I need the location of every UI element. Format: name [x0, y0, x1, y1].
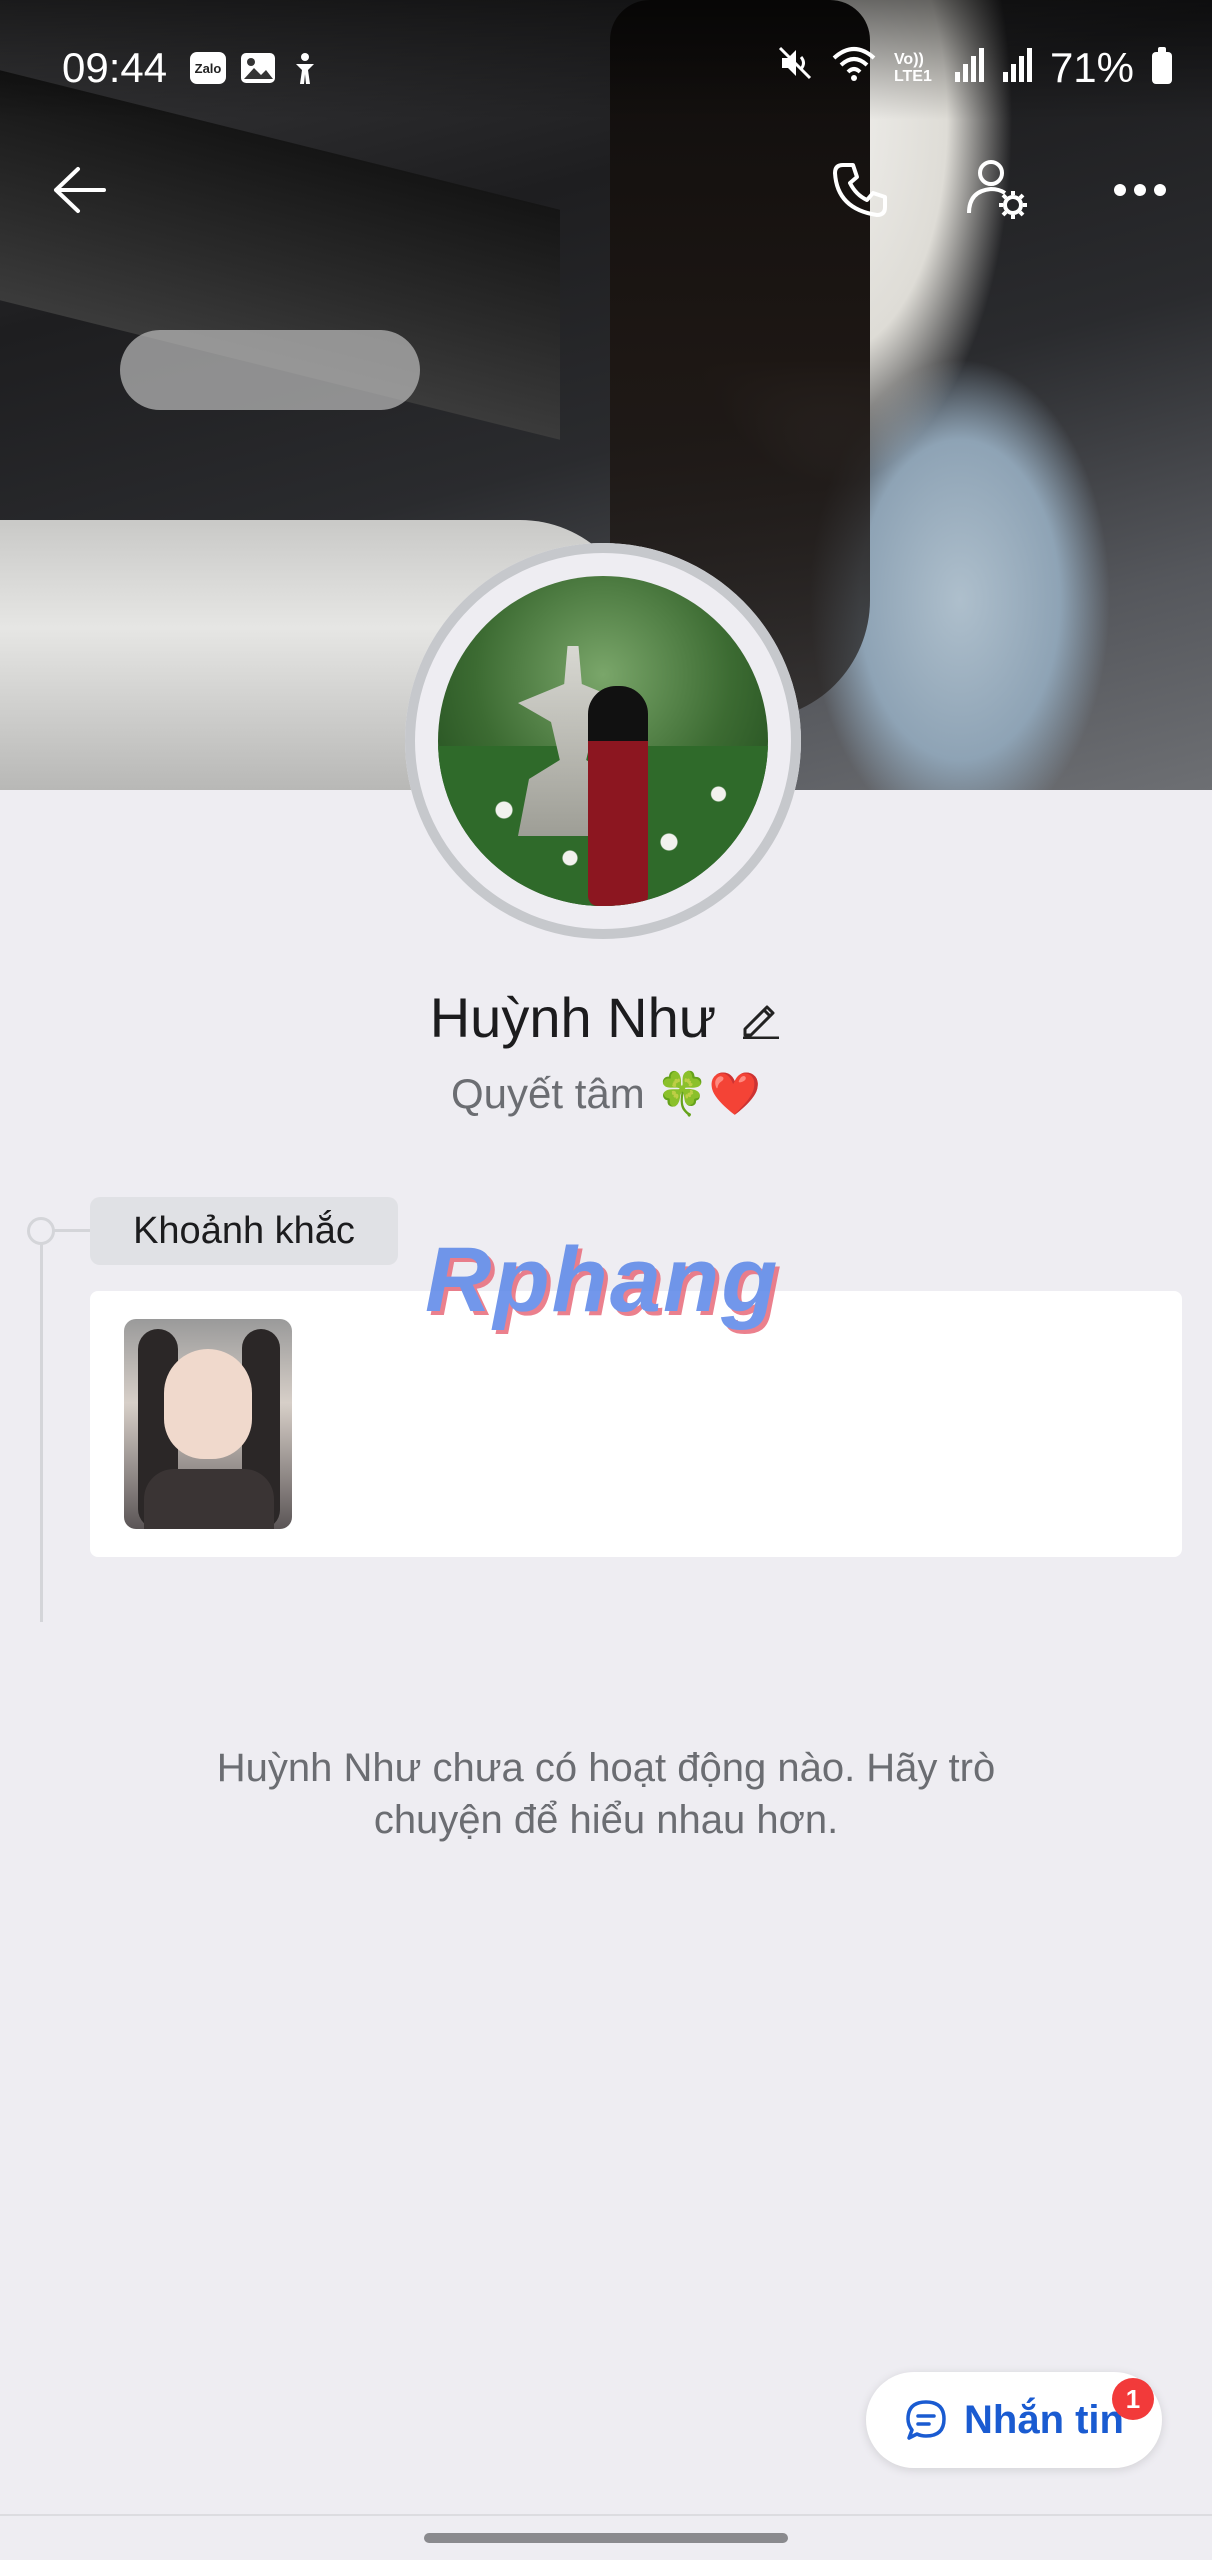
avatar-person: [588, 686, 648, 906]
timeline-line: [40, 1232, 43, 1622]
moment-thumbnail[interactable]: [124, 1319, 292, 1529]
avatar[interactable]: [438, 576, 768, 906]
more-options-button[interactable]: [1100, 150, 1180, 230]
user-settings-icon: [967, 160, 1027, 219]
volte-icon: Vo)) LTE1: [893, 51, 932, 85]
arrow-left-icon: [54, 167, 106, 213]
battery-percent: 71%: [1049, 44, 1134, 91]
moment-face: [164, 1349, 252, 1459]
call-button[interactable]: [820, 150, 900, 230]
profile-status: Quyết tâm 🍀❤️: [451, 1070, 761, 1117]
mute-icon: [776, 44, 814, 92]
accessibility-icon: [290, 52, 320, 91]
bottom-divider: [0, 2514, 1212, 2516]
watermark-logo: Rphang: [425, 1229, 780, 1331]
battery-icon: [1152, 47, 1172, 84]
profile-name: Huỳnh Như: [429, 986, 717, 1049]
moments-label[interactable]: Khoảnh khắc: [90, 1197, 398, 1265]
gallery-icon: [240, 52, 276, 91]
timeline-dot: [27, 1217, 55, 1245]
signal-icon: [954, 44, 984, 92]
more-dots-icon: [1114, 184, 1166, 196]
cover-sink-bowl: [120, 330, 420, 410]
send-message-label: Nhắn tin: [964, 2397, 1124, 2442]
status-time: 09:44: [62, 44, 168, 91]
status-right: Vo)) LTE1 71%: [776, 44, 1172, 92]
zalo-icon: Zalo: [190, 52, 226, 84]
moment-shirt: [144, 1469, 274, 1529]
unread-badge: 1: [1112, 2378, 1154, 2420]
signal-icon: [1002, 44, 1032, 92]
wifi-icon: [832, 44, 876, 92]
chat-bubble-icon: [906, 2400, 946, 2440]
empty-activity-text: Huỳnh Như chưa có hoạt động nào. Hãy trò…: [216, 1746, 996, 1842]
phone-icon: [833, 163, 887, 217]
status-left-icons: Zalo: [190, 52, 320, 91]
pencil-icon: [743, 1005, 780, 1039]
home-indicator[interactable]: [424, 2533, 788, 2543]
back-button[interactable]: [40, 150, 120, 230]
status-bar: 09:44 Zalo Vo)) LTE1 71%: [0, 0, 1212, 120]
timeline-connector: [52, 1229, 90, 1232]
edit-name-button[interactable]: [738, 996, 782, 1040]
profile-name-row: Huỳnh Như: [0, 985, 1212, 1050]
profile-settings-button[interactable]: [958, 150, 1038, 230]
